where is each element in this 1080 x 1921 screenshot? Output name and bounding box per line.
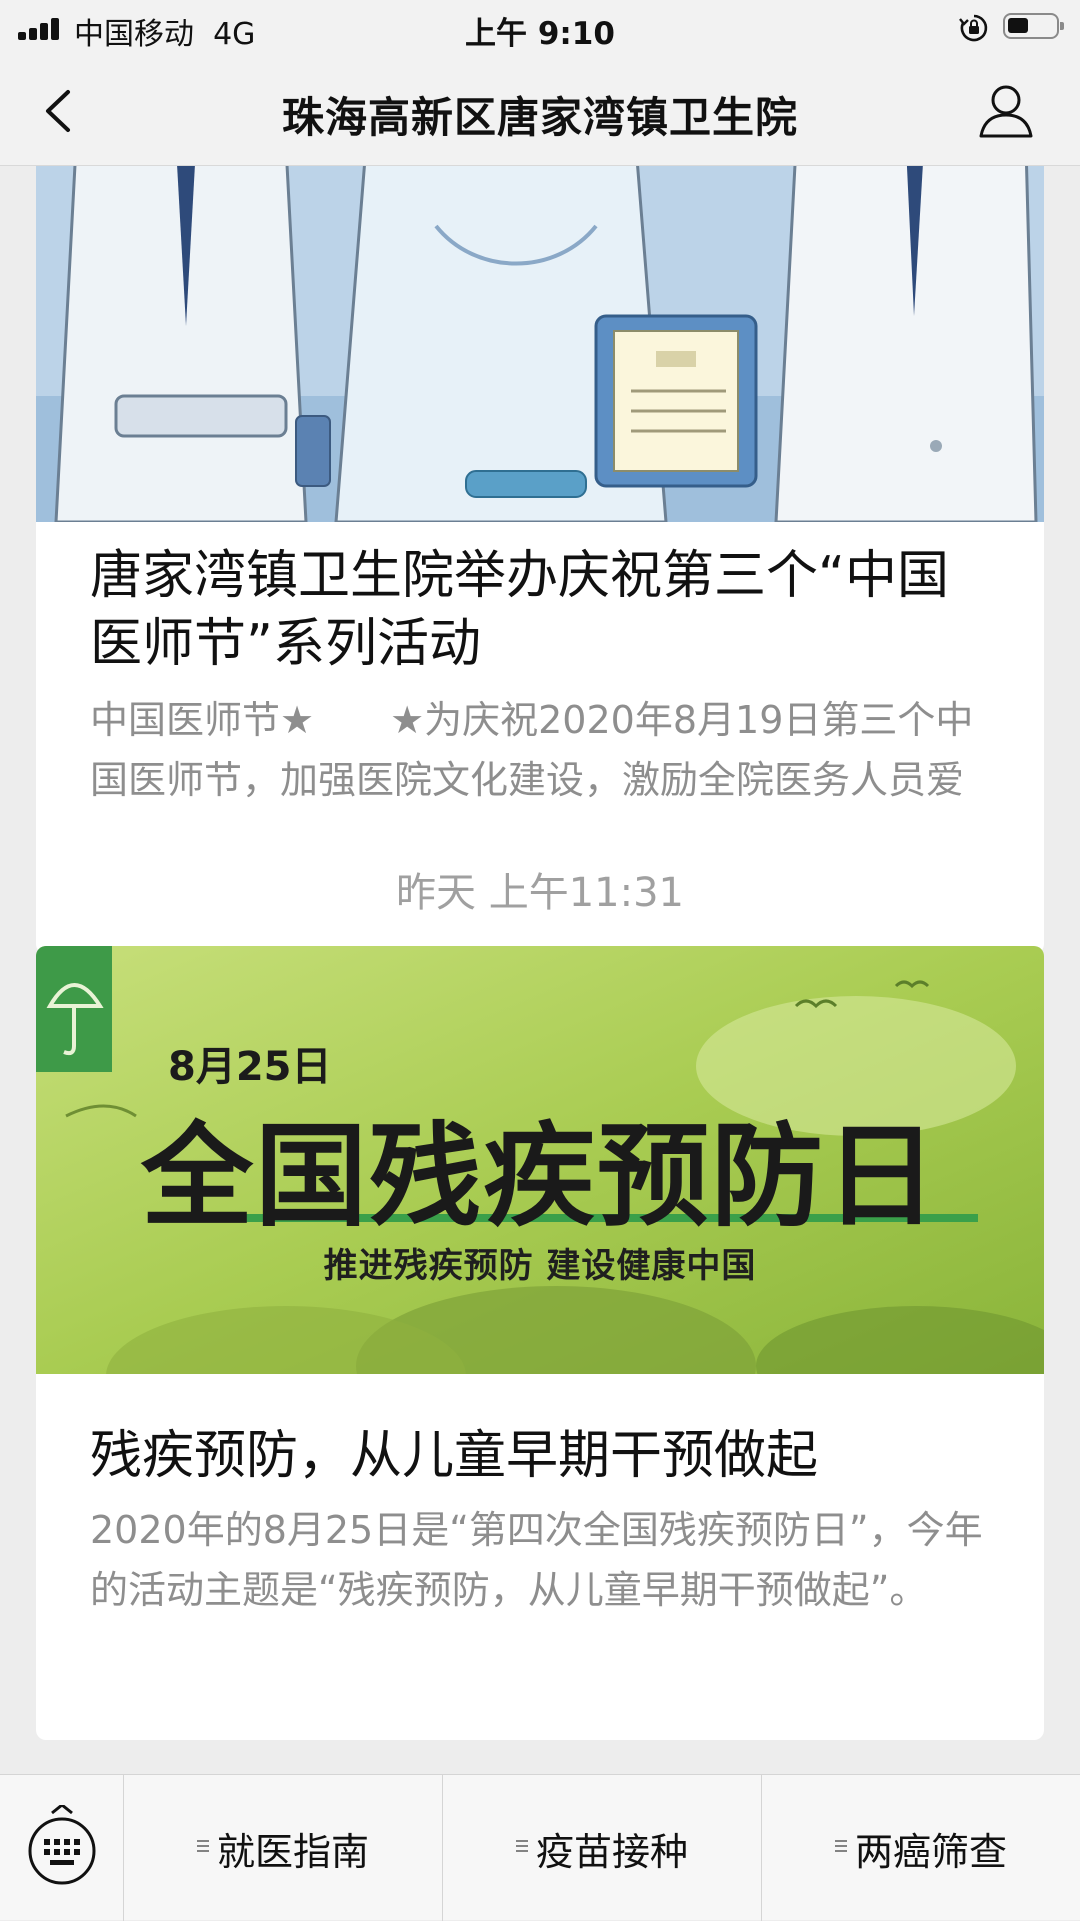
menu-lines-icon xyxy=(515,1840,528,1852)
keyboard-icon xyxy=(28,1805,96,1885)
menu-item-label: 两癌筛查 xyxy=(854,1829,1007,1874)
clock: 上午 9:10 xyxy=(465,16,615,52)
article-description: 中国医师节★ ★为庆祝2020年8月19日第三个中国医师节，加强医院文化建设，激… xyxy=(90,698,974,802)
keyboard-toggle-button[interactable] xyxy=(0,1775,124,1921)
banner-date: 8月25日 xyxy=(168,1044,332,1090)
menu-lines-icon xyxy=(834,1840,847,1852)
profile-icon[interactable] xyxy=(976,80,1036,142)
article-title[interactable]: 残疾预防，从儿童早期干预做起 xyxy=(90,1422,1000,1490)
battery-icon xyxy=(1003,13,1064,39)
banner-title: 全国残疾预防日 xyxy=(141,1112,939,1242)
message-feed[interactable]: 唐家湾镇卫生院举办庆祝第三个“中国医师节”系列活动 中国医师节★ ★为庆祝202… xyxy=(0,166,1080,1774)
disability-prevention-day-banner: 8月25日 全国残疾预防日 推进残疾预防 建设健康中国 xyxy=(36,946,1044,1374)
bottom-menu: 就医指南 疫苗接种 两癌筛查 xyxy=(0,1774,1080,1921)
article-description: 2020年的8月25日是“第四次全国残疾预防日”，今年的活动主题是“残疾预防，从… xyxy=(90,1508,983,1612)
article-card[interactable]: 8月25日 全国残疾预防日 推进残疾预防 建设健康中国 残疾预防，从儿童早期干预… xyxy=(36,946,1044,1740)
menu-item-vaccination[interactable]: 疫苗接种 xyxy=(443,1775,762,1921)
menu-item-label: 就医指南 xyxy=(216,1829,369,1874)
menu-item-guide[interactable]: 就医指南 xyxy=(124,1775,443,1921)
menu-item-screening[interactable]: 两癌筛查 xyxy=(762,1775,1080,1921)
message-timestamp: 昨天 上午11:31 xyxy=(396,870,684,916)
rotation-lock-icon xyxy=(959,14,988,42)
nav-bar: 珠海高新区唐家湾镇卫生院 xyxy=(0,56,1080,166)
page-title: 珠海高新区唐家湾镇卫生院 xyxy=(281,93,798,142)
doctors-illustration-image xyxy=(36,166,1044,522)
article-card[interactable]: 唐家湾镇卫生院举办庆祝第三个“中国医师节”系列活动 中国医师节★ ★为庆祝202… xyxy=(36,166,1044,954)
article-title[interactable]: 唐家湾镇卫生院举办庆祝第三个“中国医师节”系列活动 xyxy=(90,542,1000,678)
status-bar: 中国移动 4G 上午 9:10 xyxy=(0,0,1080,56)
menu-lines-icon xyxy=(196,1840,209,1852)
banner-subtitle: 推进残疾预防 建设健康中国 xyxy=(323,1246,757,1286)
menu-item-label: 疫苗接种 xyxy=(535,1829,688,1874)
battery-level xyxy=(1008,18,1028,33)
